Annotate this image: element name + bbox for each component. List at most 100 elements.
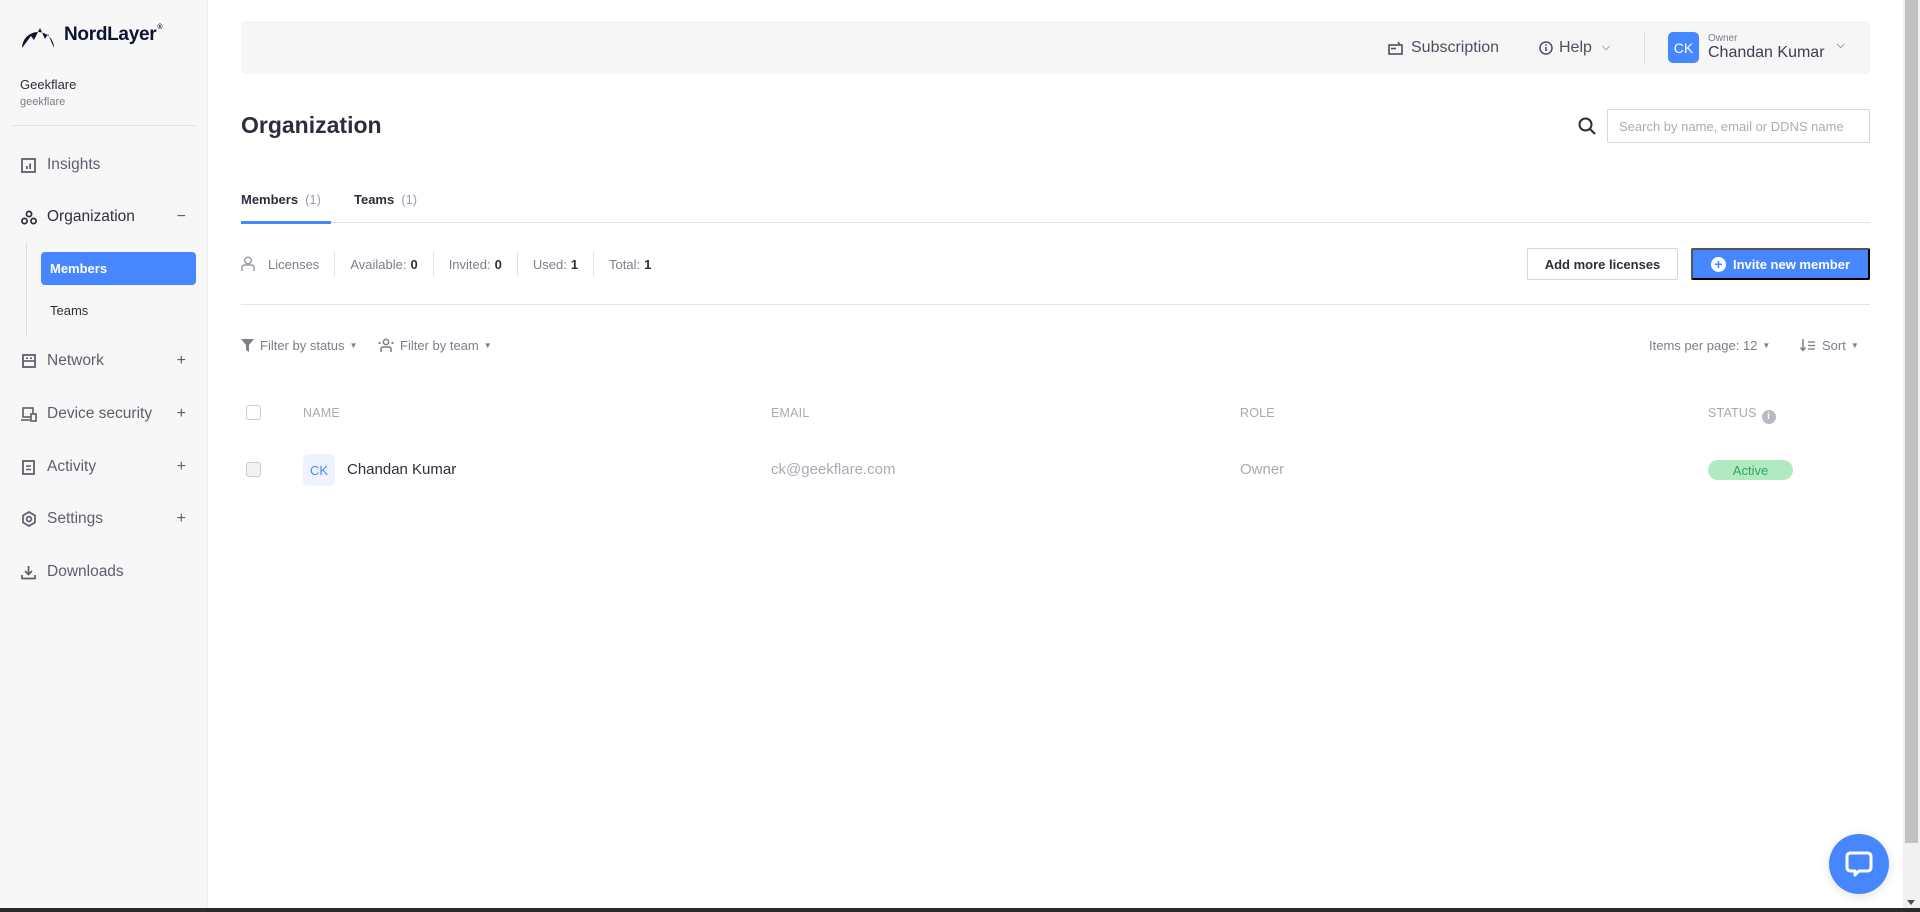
org-slug: geekflare xyxy=(20,96,66,108)
logo[interactable]: NordLayer® xyxy=(20,20,162,50)
subscription-label: Subscription xyxy=(1411,38,1500,56)
subscription-link[interactable]: Subscription xyxy=(1388,21,1499,74)
expand-icon[interactable]: + xyxy=(177,510,186,528)
licenses-used: Used: 1 xyxy=(516,252,593,276)
sidebar-divider xyxy=(12,125,196,126)
stat-label: Invited: xyxy=(448,256,491,272)
tab-teams[interactable]: Teams (1) xyxy=(354,190,417,223)
download-icon xyxy=(20,564,37,581)
licenses-label: Licenses xyxy=(241,252,334,276)
invite-new-member-button[interactable]: + Invite new member xyxy=(1691,248,1870,280)
sidebar-item-insights[interactable]: Insights xyxy=(20,150,196,180)
user-icon xyxy=(241,256,255,271)
tab-count: (1) xyxy=(305,192,321,207)
chevron-down-icon: ⌵ xyxy=(1601,41,1611,53)
tab-label: Members xyxy=(241,192,299,207)
sidebar-item-network[interactable]: Network + xyxy=(20,346,196,376)
org-name: Geekflare xyxy=(20,77,77,92)
info-icon[interactable]: i xyxy=(1761,409,1776,424)
activity-icon xyxy=(20,459,37,476)
tabs: Members (1) Teams (1) xyxy=(241,190,1870,224)
caret-down-icon: ▼ xyxy=(349,340,358,350)
caret-down-icon: ▼ xyxy=(1850,340,1859,350)
sidebar-item-label: Device security xyxy=(47,405,153,422)
search-input[interactable] xyxy=(1607,109,1870,143)
collapse-icon[interactable]: − xyxy=(177,208,186,226)
items-per-page-select[interactable]: Items per page: 12 ▼ xyxy=(1649,335,1770,355)
top-bar: Subscription Help ⌵ CK Owner Chandan Kum… xyxy=(241,21,1870,74)
user-menu[interactable]: CK Owner Chandan Kumar ⌵ xyxy=(1668,21,1845,74)
avatar: CK xyxy=(1668,32,1699,63)
chart-icon xyxy=(20,157,37,174)
tab-members[interactable]: Members (1) xyxy=(241,190,331,224)
column-header-name[interactable]: NAME xyxy=(303,406,340,420)
stat-value: 0 xyxy=(494,256,502,272)
sort-select[interactable]: Sort ▼ xyxy=(1800,335,1859,355)
scrollbar-thumb[interactable] xyxy=(1905,0,1918,843)
sidebar-item-device-security[interactable]: Device security + xyxy=(20,399,196,429)
settings-icon xyxy=(20,511,37,528)
stat-value: 1 xyxy=(570,256,579,272)
sidebar-item-label: Organization xyxy=(47,208,135,225)
column-header-role[interactable]: ROLE xyxy=(1240,406,1275,420)
filter-team-label: Filter by team xyxy=(400,337,479,353)
brand-name-text: NordLayer xyxy=(64,24,157,45)
sidebar-item-label: Insights xyxy=(47,156,101,173)
licenses-invited: Invited: 0 xyxy=(432,252,517,276)
section-divider xyxy=(241,304,1870,305)
add-more-licenses-button[interactable]: Add more licenses xyxy=(1527,248,1678,280)
sidebar-item-label: Network xyxy=(47,352,104,369)
row-checkbox[interactable] xyxy=(246,462,261,477)
team-icon xyxy=(378,338,394,352)
app: NordLayer® Geekflare geekflare Insights … xyxy=(0,0,1920,912)
sidebar-item-activity[interactable]: Activity + xyxy=(20,452,196,482)
page-title: Organization xyxy=(241,112,382,138)
filter-by-team[interactable]: Filter by team ▼ xyxy=(378,335,492,355)
help-menu[interactable]: Help ⌵ xyxy=(1539,21,1610,74)
chat-button[interactable] xyxy=(1829,834,1889,894)
filter-icon xyxy=(241,338,254,352)
submenu-line xyxy=(26,243,27,336)
member-email: ck@geekflare.com xyxy=(771,461,896,478)
caret-down-icon: ▼ xyxy=(1762,340,1771,350)
sidebar-item-label: Settings xyxy=(47,510,104,527)
caret-down-icon: ▼ xyxy=(483,340,492,350)
user-role: Owner xyxy=(1708,33,1738,44)
user-info: Owner Chandan Kumar xyxy=(1708,33,1825,62)
sidebar-item-organization[interactable]: Organization − xyxy=(20,202,196,232)
tab-count: (1) xyxy=(401,192,418,207)
user-name: Chandan Kumar xyxy=(1708,44,1825,61)
sidebar-item-downloads[interactable]: Downloads xyxy=(20,557,196,587)
sidebar-subitem-members[interactable]: Members xyxy=(41,252,196,285)
filter-by-status[interactable]: Filter by status ▼ xyxy=(241,335,357,355)
tab-label: Teams xyxy=(354,192,395,207)
stat-label: Available: xyxy=(350,256,407,272)
brand-name: NordLayer® xyxy=(64,24,162,46)
status-badge: Active xyxy=(1708,460,1793,480)
search-icon[interactable] xyxy=(1577,116,1597,136)
licenses-available: Available: 0 xyxy=(334,252,432,276)
sidebar-item-label: Activity xyxy=(47,458,97,475)
topbar-divider xyxy=(1644,32,1645,64)
licenses-total: Total: 1 xyxy=(593,252,666,276)
scroll-down-arrow-icon[interactable] xyxy=(1907,900,1915,905)
filter-status-label: Filter by status xyxy=(260,337,345,353)
expand-icon[interactable]: + xyxy=(177,352,186,370)
stat-label: Total: xyxy=(609,256,641,272)
member-name[interactable]: Chandan Kumar xyxy=(347,461,456,478)
organization-icon xyxy=(20,209,37,226)
column-header-status: STATUS i xyxy=(1708,406,1776,424)
chevron-down-icon: ⌵ xyxy=(1836,39,1845,51)
select-all-checkbox[interactable] xyxy=(246,405,261,420)
expand-icon[interactable]: + xyxy=(177,405,186,423)
sidebar-subitem-teams[interactable]: Teams xyxy=(41,294,196,327)
expand-icon[interactable]: + xyxy=(177,458,186,476)
sidebar-item-settings[interactable]: Settings + xyxy=(20,504,196,534)
licenses-label-text: Licenses xyxy=(268,256,320,272)
subscription-icon xyxy=(1388,41,1403,55)
scrollbar[interactable] xyxy=(1903,0,1920,908)
column-header-email[interactable]: EMAIL xyxy=(771,406,810,420)
sort-icon xyxy=(1800,339,1815,352)
info-icon xyxy=(1539,40,1553,55)
taskbar-edge xyxy=(0,908,1920,912)
